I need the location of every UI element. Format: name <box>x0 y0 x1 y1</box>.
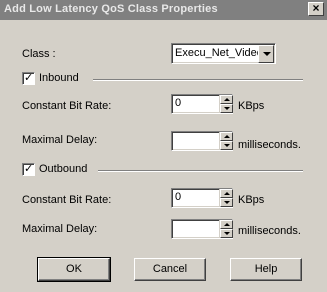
inbound-cbr-spinner[interactable] <box>219 95 233 113</box>
inbound-cbr-field[interactable]: 0 <box>171 94 233 114</box>
outbound-cbr-value: 0 <box>175 191 182 203</box>
spin-up-button[interactable] <box>220 189 233 198</box>
class-label: Class : <box>22 48 56 60</box>
inbound-delay-unit: milliseconds. <box>238 139 301 151</box>
inbound-delay-label: Maximal Delay: <box>22 134 98 146</box>
class-dropdown[interactable]: Execu_Net_Video <box>171 43 276 64</box>
class-dropdown-value: Execu_Net_Video <box>175 47 263 59</box>
class-dropdown-button[interactable] <box>258 45 274 63</box>
spin-down-button[interactable] <box>220 104 233 113</box>
spin-up-button[interactable] <box>220 220 233 229</box>
outbound-delay-field[interactable] <box>171 219 233 239</box>
inbound-cbr-value: 0 <box>175 97 182 109</box>
arrow-down-icon <box>224 201 230 204</box>
outbound-cbr-field[interactable]: 0 <box>171 188 233 208</box>
spin-up-button[interactable] <box>220 132 233 141</box>
inbound-cbr-unit: KBps <box>238 100 265 112</box>
spin-down-button[interactable] <box>220 198 233 207</box>
checkmark-icon: ✓ <box>24 72 34 84</box>
inbound-delay-field[interactable] <box>171 131 233 151</box>
checkmark-icon: ✓ <box>24 163 34 175</box>
inbound-cbr-label: Constant Bit Rate: <box>22 100 112 112</box>
window-title: Add Low Latency QoS Class Properties <box>4 3 218 15</box>
arrow-up-icon <box>224 192 230 195</box>
chevron-down-icon <box>263 52 271 56</box>
inbound-group-divider <box>93 79 303 81</box>
outbound-checkbox[interactable]: ✓ <box>22 163 35 176</box>
help-button[interactable]: Help <box>230 258 302 281</box>
inbound-checkbox[interactable]: ✓ <box>22 72 35 85</box>
close-icon: × <box>312 1 320 15</box>
inbound-delay-spinner[interactable] <box>219 132 233 150</box>
spin-down-button[interactable] <box>220 141 233 150</box>
arrow-up-icon <box>224 98 230 101</box>
outbound-label[interactable]: Outbound <box>39 163 87 175</box>
arrow-down-icon <box>224 107 230 110</box>
arrow-up-icon <box>224 135 230 138</box>
inbound-label[interactable]: Inbound <box>39 72 79 84</box>
spin-up-button[interactable] <box>220 95 233 104</box>
arrow-up-icon <box>224 223 230 226</box>
spin-down-button[interactable] <box>220 229 233 238</box>
outbound-delay-unit: milliseconds. <box>238 225 301 237</box>
arrow-down-icon <box>224 144 230 147</box>
title-bar[interactable]: Add Low Latency QoS Class Properties × <box>0 0 327 20</box>
outbound-group-divider <box>98 170 303 172</box>
outbound-cbr-spinner[interactable] <box>219 189 233 207</box>
cancel-button[interactable]: Cancel <box>134 258 206 281</box>
outbound-cbr-unit: KBps <box>238 194 265 206</box>
outbound-delay-label: Maximal Delay: <box>22 223 98 235</box>
outbound-delay-spinner[interactable] <box>219 220 233 238</box>
arrow-down-icon <box>224 232 230 235</box>
close-button[interactable]: × <box>308 1 324 16</box>
ok-button[interactable]: OK <box>37 257 111 282</box>
outbound-cbr-label: Constant Bit Rate: <box>22 194 112 206</box>
